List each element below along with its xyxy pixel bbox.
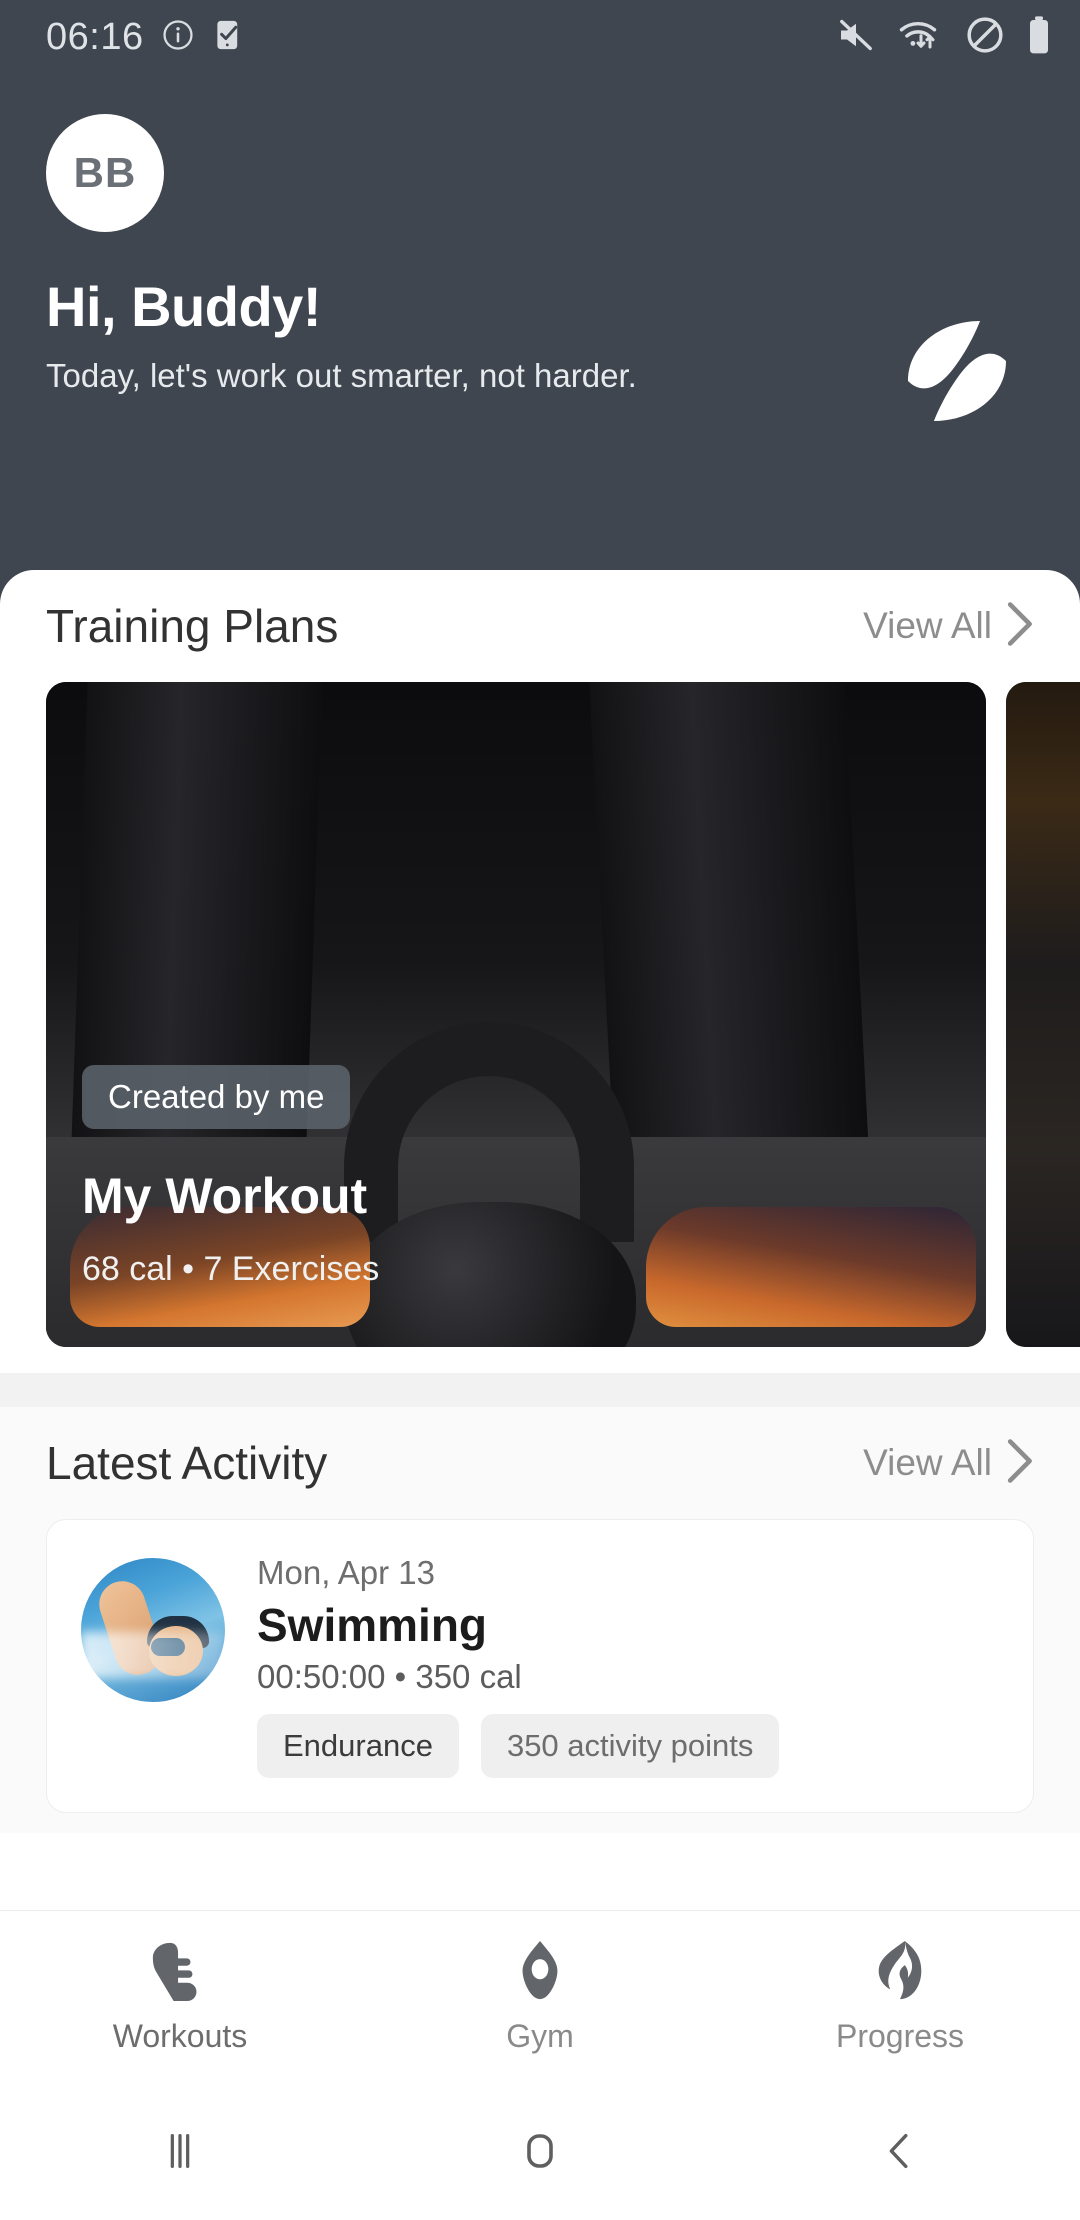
training-plans-carousel[interactable]: Created by me My Workout 68 cal • 7 Exer… [0,682,1080,1347]
status-bar-right [836,15,1052,60]
view-all-label: View All [863,605,992,646]
activity-list-item[interactable]: Mon, Apr 13 Swimming 00:50:00 • 350 cal … [46,1519,1034,1813]
latest-activity-header: Latest Activity View All [0,1407,1080,1519]
training-plans-view-all[interactable]: View All [863,601,1034,652]
card-badge: Created by me [82,1065,351,1129]
recents-icon[interactable] [0,2128,360,2174]
activity-tags: Endurance 350 activity points [257,1714,1003,1778]
training-plan-card-next[interactable] [1006,682,1080,1347]
status-clock: 06:16 [46,15,144,58]
do-not-disturb-icon [966,16,1004,59]
leaf-logo [902,319,1012,423]
gym-photo-partial [1006,682,1080,1347]
activity-info: Mon, Apr 13 Swimming 00:50:00 • 350 cal … [257,1554,1003,1778]
card-meta: 68 cal • 7 Exercises [82,1250,380,1288]
mute-icon [836,17,876,58]
nav-item-progress[interactable]: Progress [720,1939,1080,2055]
avatar-initials: BB [73,149,137,196]
app-header: BB Hi, Buddy! Today, let's work out smar… [0,74,1080,594]
battery-icon [1026,15,1052,60]
dumbbell-icon [509,1939,571,2006]
activity-tag-points: 350 activity points [480,1714,780,1778]
wifi-data-icon [898,17,944,58]
activity-date: Mon, Apr 13 [257,1554,435,1591]
activity-title: Swimming [257,1599,488,1651]
nav-item-gym[interactable]: Gym [360,1939,720,2055]
latest-activity-section: Latest Activity View All Mon, Apr 13 Swi… [0,1407,1080,1833]
training-plans-header: Training Plans View All [0,570,1080,682]
view-all-label: View All [863,1442,992,1483]
training-plan-card[interactable]: Created by me My Workout 68 cal • 7 Exer… [46,682,986,1347]
greeting-title: Hi, Buddy! [46,275,321,338]
swimming-photo [77,1554,229,1706]
card-title: My Workout [82,1168,368,1224]
training-plans-title: Training Plans [46,600,339,652]
activity-meta: 00:50:00 • 350 cal [257,1658,522,1695]
phone-check-icon [212,18,244,57]
flame-icon [870,1939,930,2006]
section-divider [0,1373,1080,1407]
latest-activity-view-all[interactable]: View All [863,1438,1034,1489]
system-navigation-bar [0,2082,1080,2220]
avatar[interactable]: BB [46,114,164,232]
nav-item-workouts[interactable]: Workouts [0,1939,360,2055]
info-circle-icon [161,18,195,57]
shoe-icon [147,1939,213,2006]
nav-label-progress: Progress [835,2017,965,2054]
home-icon[interactable] [360,2127,720,2175]
latest-activity-title: Latest Activity [46,1437,328,1489]
kettlebell-photo [46,682,986,1347]
nav-label-workouts: Workouts [112,2017,248,2054]
status-bar: 06:16 [0,0,1080,74]
greeting-subtitle: Today, let's work out smarter, not harde… [46,357,637,394]
status-bar-left: 06:16 [46,16,244,59]
content-sheet: Training Plans View All Created by me My… [0,570,1080,1910]
chevron-right-icon [1004,601,1034,652]
activity-tag-type: Endurance [257,1714,459,1778]
chevron-right-icon [1004,1438,1034,1489]
bottom-navigation: Workouts Gym Progress [0,1910,1080,2082]
back-icon[interactable] [720,2128,1080,2174]
phone-screen: 06:16 BB Hi, Buddy! Today, let's work ou… [0,0,1080,2220]
nav-label-gym: Gym [506,2017,574,2054]
